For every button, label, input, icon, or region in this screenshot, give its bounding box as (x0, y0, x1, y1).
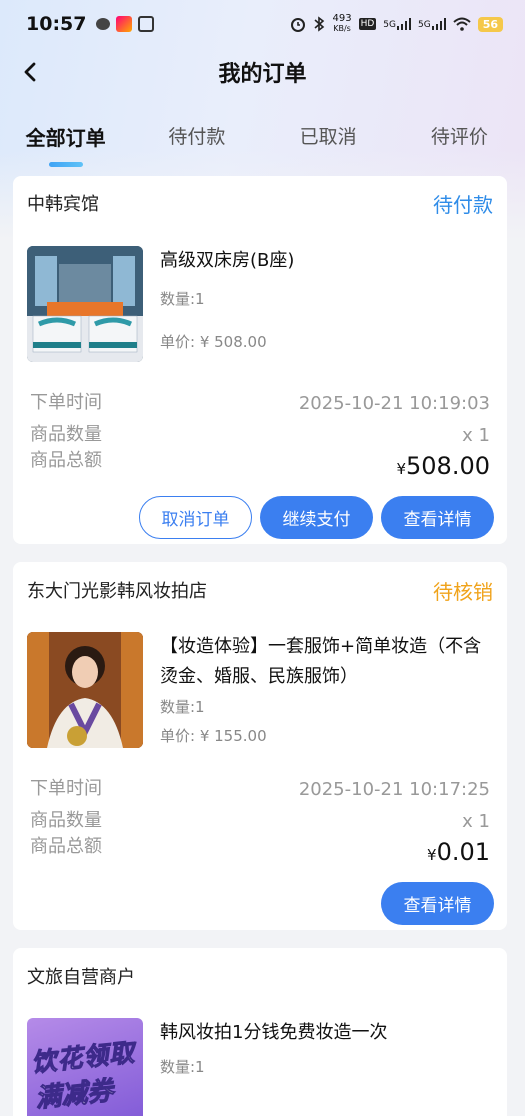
status-right-group: 493 KB/s HD 5G 5G 56 (290, 14, 503, 34)
promo-thumb-line2: 满减券 (33, 1075, 115, 1114)
tab-cancelled[interactable]: 已取消 (263, 112, 394, 164)
total-label: 商品总额 (30, 836, 102, 857)
alarm-icon (291, 18, 306, 32)
nav-bar: 我的订单 (0, 48, 525, 96)
order-total: ¥508.00 (396, 452, 490, 480)
order-time-label: 下单时间 (30, 392, 102, 413)
product-name: 高级双床房(B座) (160, 250, 295, 271)
item-count-label: 商品数量 (30, 424, 102, 445)
view-details-button[interactable]: 查看详情 (381, 882, 494, 925)
notification-icons (96, 16, 155, 32)
app-notification-icon (116, 16, 133, 32)
order-card[interactable]: 文旅自营商户 饮花领取 满减券 韩风妆拍1分钱免费妆造一次 数量:1 (13, 948, 507, 1116)
page-title: 我的订单 (218, 62, 307, 87)
order-total: ¥0.01 (427, 838, 490, 866)
signal-5g-2: 5G (418, 18, 446, 30)
hotel-room-image (27, 246, 143, 362)
status-bar: 10:57 493 KB/s HD 5G 5G 56 (0, 0, 525, 48)
product-quantity: 数量:1 (160, 1058, 205, 1076)
continue-payment-button[interactable]: 继续支付 (260, 496, 373, 539)
product-name: 【妆造体验】一套服饰+简单妆造（不含烫金、婚服、民族服饰） (160, 636, 482, 687)
order-time: 2025-10-21 10:17:25 (298, 779, 490, 800)
product-thumbnail[interactable] (27, 632, 143, 748)
shop-name: 中韩宾馆 (27, 194, 99, 215)
item-count-label: 商品数量 (30, 810, 102, 831)
hd-badge: HD (358, 18, 377, 30)
product-unit-price: 单价: ¥ 508.00 (160, 333, 267, 351)
tab-all-orders[interactable]: 全部订单 (0, 112, 131, 167)
chevron-left-icon (24, 62, 36, 82)
currency-symbol: ¥ (427, 846, 437, 864)
bluetooth-icon (314, 16, 325, 32)
signal-bars-icon (431, 18, 446, 30)
view-details-button[interactable]: 查看详情 (381, 496, 494, 539)
order-tabs: 全部订单 待付款 已取消 待评价 (0, 112, 525, 167)
order-time-label: 下单时间 (30, 778, 102, 799)
product-thumbnail[interactable]: 饮花领取 满减券 (27, 1018, 143, 1116)
product-name: 韩风妆拍1分钱免费妆造一次 (160, 1022, 388, 1043)
order-card[interactable]: 中韩宾馆 待付款 高级双床房(B座) 数量:1 单价: ¥ 508.00 下单时… (13, 176, 507, 544)
shop-name: 东大门光影韩风妆拍店 (27, 581, 207, 602)
order-time: 2025-10-21 10:19:03 (298, 393, 490, 414)
model-photo-image (27, 632, 143, 748)
status-time: 10:57 (26, 13, 87, 35)
cancel-order-button[interactable]: 取消订单 (139, 496, 252, 539)
back-button[interactable] (14, 56, 46, 88)
item-count: x 1 (462, 811, 490, 832)
product-quantity: 数量:1 (160, 290, 205, 308)
tab-pending-payment[interactable]: 待付款 (131, 112, 262, 164)
currency-symbol: ¥ (396, 460, 407, 478)
product-thumbnail[interactable] (27, 246, 143, 362)
item-count: x 1 (462, 425, 490, 446)
signal-5g-1: 5G (383, 18, 411, 30)
order-status: 待付款 (433, 192, 493, 217)
order-status: 待核销 (433, 579, 493, 604)
tab-to-review[interactable]: 待评价 (394, 112, 525, 164)
signal-bars-icon (396, 18, 411, 30)
network-speed: 493 KB/s (332, 13, 352, 34)
product-unit-price: 单价: ¥ 155.00 (160, 727, 267, 745)
message-box-icon (138, 16, 155, 32)
shop-name: 文旅自营商户 (27, 967, 135, 988)
wifi-icon (453, 17, 471, 31)
total-label: 商品总额 (30, 450, 102, 471)
active-tab-indicator (48, 162, 83, 167)
order-card[interactable]: 东大门光影韩风妆拍店 待核销 【妆造体验】一套服饰+简单妆造（不含烫金、婚服、民… (13, 562, 507, 930)
product-quantity: 数量:1 (160, 698, 205, 716)
battery-indicator: 56 (477, 16, 503, 32)
wechat-icon (96, 18, 111, 30)
